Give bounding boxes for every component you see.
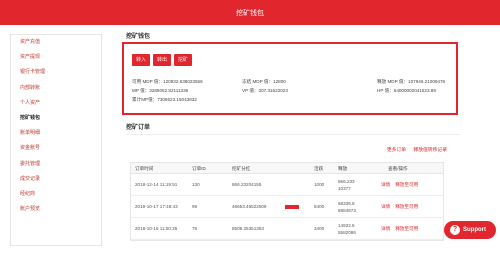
sidebar-item-transfer[interactable]: 内部转账	[11, 81, 101, 96]
row-operations: 详情 释放至可用	[381, 182, 423, 188]
row-power-line2: 5582086	[338, 230, 356, 235]
total-mp-value: 累计MP值：7308623.15043832	[132, 97, 197, 102]
sidebar-item-mining-wallet[interactable]: 挖矿钱包	[11, 111, 101, 126]
row-id: 99	[192, 204, 198, 209]
support-button[interactable]: ? Support	[444, 221, 496, 239]
sidebar-item-bank-cards[interactable]: 银行卡管理	[11, 65, 101, 80]
question-icon: ?	[450, 225, 460, 235]
sidebar-item-fund-account[interactable]: 资金账号	[11, 141, 101, 156]
row-mined: 48653.46522509	[232, 204, 267, 209]
sidebar-item-overview[interactable]: 账户预览	[11, 202, 101, 217]
table-row: 2018-10-15 11:50:25 76 8509.25351363 340…	[131, 218, 443, 240]
wallet-info: 可用 MDP 值：120832.638023556 冻结 MDP 值：12800…	[132, 77, 452, 104]
detail-link[interactable]: 详情	[381, 182, 390, 187]
top-header-bar: 挖矿钱包	[0, 0, 500, 25]
divider	[126, 134, 460, 135]
row-id: 130	[192, 182, 200, 187]
sidebar-item-orders[interactable]: 委托管理	[11, 157, 101, 172]
row-power: 866.233 10377	[338, 178, 355, 192]
available-mdp: 可用 MDP 值：120832.638023556	[132, 79, 203, 84]
released-mdp: 释放 MDP 值：107946.21009476	[377, 79, 446, 84]
row-operations: 详情 释放至可用	[381, 226, 423, 232]
header-time: 订单时间	[135, 166, 154, 171]
row-operations: 详情 释放至可用	[381, 204, 423, 210]
row-power-line1: 68336.8	[338, 201, 355, 206]
row-id: 76	[192, 226, 198, 231]
row-time: 2018-12-14 11:19:51	[135, 182, 178, 187]
orders-table: 订单时间 订单ID 挖矿分红 活跃 释放 查看/操作 2018-12-14 11…	[130, 162, 444, 241]
row-time: 2018-10-17 17:48:43	[135, 204, 178, 209]
more-orders-link[interactable]: 更多订单	[387, 148, 406, 153]
row-power: 14932.5 5582086	[338, 222, 356, 236]
mp-value: MP 值：3285052.82111336	[132, 88, 189, 93]
release-link[interactable]: 释放至可用	[395, 182, 418, 187]
orders-section-title: 挖矿订单	[126, 125, 151, 131]
wallet-section-title: 挖矿钱包	[126, 34, 151, 40]
row-active: 8400	[314, 204, 325, 209]
wallet-panel: 转入 转出 挖矿 可用 MDP 值：120832.638023556 冻结 MDP …	[122, 42, 458, 115]
header-power: 释放	[338, 166, 348, 171]
transfer-in-button[interactable]: 转入	[132, 54, 151, 66]
vp-value: VP 值：307.31622023	[242, 88, 288, 93]
sidebar: 资产充值 资产提现 银行卡管理 内部转账 个人资产 挖矿钱包 账单明细 资金账号…	[10, 34, 102, 246]
header-active: 活跃	[314, 166, 324, 171]
table-row: 2018-10-17 17:48:43 99 48653.46522509 84…	[131, 196, 443, 218]
row-active: 3400	[314, 226, 325, 231]
sidebar-item-assets[interactable]: 个人资产	[11, 96, 101, 111]
orders-links: 更多订单 释放值转移记录	[381, 146, 447, 153]
row-power-line1: 866.233	[338, 179, 355, 184]
row-mined: 866.23204155	[232, 182, 262, 187]
row-power: 68336.8 8884873	[338, 200, 356, 214]
sidebar-item-broker[interactable]: 经纪商	[11, 187, 101, 202]
row-time: 2018-10-15 11:50:25	[135, 226, 178, 231]
release-link[interactable]: 释放至可用	[395, 204, 418, 209]
row-power-line1: 14932.5	[338, 223, 355, 228]
header-operation: 查看/操作	[388, 166, 408, 171]
support-label: Support	[463, 227, 486, 233]
transfer-out-button[interactable]: 转出	[153, 54, 172, 66]
header-id: 订单ID	[192, 166, 206, 171]
progress-bar	[285, 205, 299, 209]
table-header: 订单时间 订单ID 挖矿分红 活跃 释放 查看/操作	[131, 163, 443, 174]
table-row: 2018-12-14 11:19:51 130 866.23204155 100…	[131, 174, 443, 196]
row-mined: 8509.25351363	[232, 226, 264, 231]
row-power-line2: 8884873	[338, 208, 356, 213]
release-link[interactable]: 释放至可用	[395, 226, 418, 231]
row-active: 1000	[314, 182, 325, 187]
sidebar-item-trades[interactable]: 成交记录	[11, 172, 101, 187]
sidebar-item-bills[interactable]: 账单明细	[11, 126, 101, 141]
header-mined: 挖矿分红	[232, 166, 251, 171]
page-title: 挖矿钱包	[236, 10, 264, 17]
detail-link[interactable]: 详情	[381, 204, 390, 209]
detail-link[interactable]: 详情	[381, 226, 390, 231]
sidebar-item-withdraw[interactable]: 资产提现	[11, 50, 101, 65]
mine-button[interactable]: 挖矿	[174, 54, 193, 66]
release-history-link[interactable]: 释放值转移记录	[413, 148, 447, 153]
hp-value: HP 值：54000002041523.89	[377, 88, 436, 93]
frozen-mdp: 冻结 MDP 值：12800	[242, 79, 286, 84]
sidebar-item-deposit[interactable]: 资产充值	[11, 35, 101, 50]
row-power-line2: 10377	[338, 186, 351, 191]
